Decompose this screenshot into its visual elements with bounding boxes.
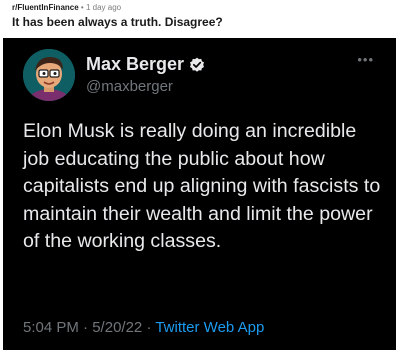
verified-badge-icon xyxy=(189,56,205,72)
tweet-date[interactable]: 5/20/22 xyxy=(92,319,142,336)
tweet-source-link[interactable]: Twitter Web App xyxy=(155,319,264,336)
reddit-post-header: r/FluentInFinance • 1 day ago It has bee… xyxy=(12,3,389,30)
tweet-time[interactable]: 5:04 PM xyxy=(23,319,79,336)
post-title[interactable]: It has been always a truth. Disagree? xyxy=(12,15,389,30)
subreddit-link[interactable]: r/FluentInFinance xyxy=(12,3,79,12)
user-handle[interactable]: @maxberger xyxy=(86,78,173,96)
tweet-timestamp: 5:04 PM · 5/20/22 · Twitter Web App xyxy=(23,318,264,338)
post-age: 1 day ago xyxy=(85,3,122,12)
avatar[interactable] xyxy=(23,49,75,101)
tweet-text: Elon Musk is really doing an incredible … xyxy=(23,120,381,253)
tweet-card[interactable]: Max Berger @maxberger ••• Elon Musk is r… xyxy=(3,38,396,350)
timestamp-separator: · xyxy=(146,319,152,336)
more-options-icon[interactable]: ••• xyxy=(357,53,374,67)
post-meta: r/FluentInFinance • 1 day ago xyxy=(12,3,389,13)
display-name-text: Max Berger xyxy=(86,54,185,74)
display-name[interactable]: Max Berger xyxy=(86,53,205,75)
timestamp-separator: · xyxy=(83,319,89,336)
meta-separator: • xyxy=(80,3,84,12)
